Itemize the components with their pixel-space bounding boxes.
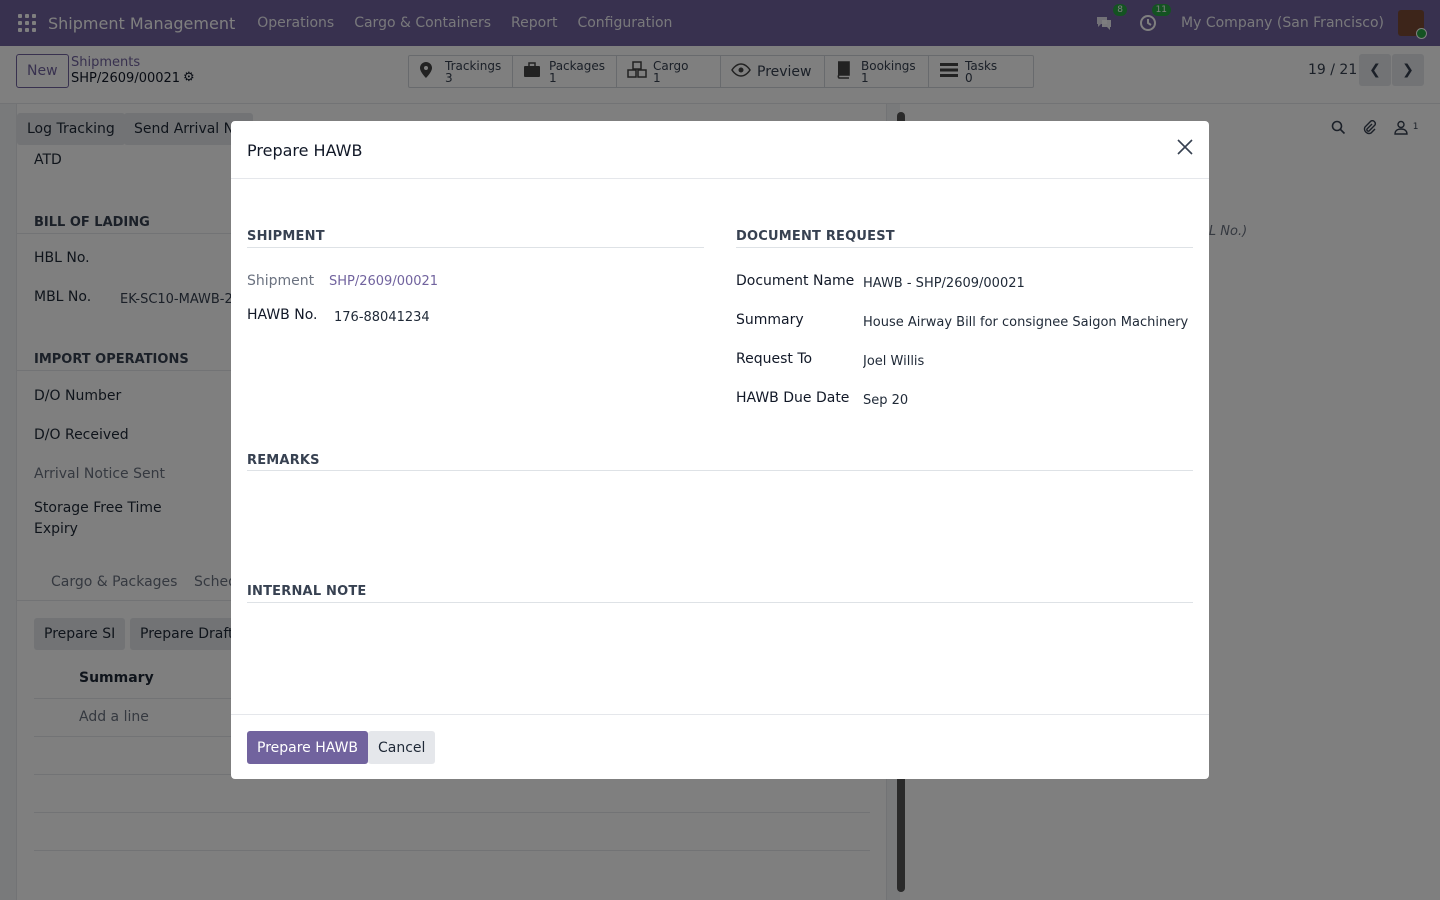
shipment-label: Shipment bbox=[247, 273, 315, 289]
dialog-header: Prepare HAWB bbox=[231, 121, 1209, 179]
close-icon[interactable] bbox=[1176, 137, 1194, 162]
hawb-due-date-field[interactable]: Sep 20 bbox=[863, 393, 908, 408]
document-name-field[interactable]: HAWB - SHP/2609/00021 bbox=[863, 276, 1189, 291]
prepare-hawb-button[interactable]: Prepare HAWB bbox=[247, 731, 369, 764]
cancel-button[interactable]: Cancel bbox=[368, 731, 436, 764]
section-divider bbox=[736, 247, 1193, 248]
document-name-label: Document Name bbox=[736, 273, 855, 289]
shipment-link[interactable]: SHP/2609/00021 bbox=[329, 274, 438, 289]
section-divider bbox=[247, 602, 1193, 603]
hawb-no-field[interactable]: 176-88041234 bbox=[334, 310, 430, 325]
hawb-no-label: HAWB No. bbox=[247, 307, 318, 323]
internal-note-section-title: INTERNAL NOTE bbox=[247, 584, 367, 599]
summary-field[interactable]: House Airway Bill for consignee Saigon M… bbox=[863, 315, 1189, 330]
request-to-label: Request To bbox=[736, 351, 813, 367]
section-divider bbox=[247, 247, 704, 248]
hawb-due-date-label: HAWB Due Date bbox=[736, 390, 850, 406]
summary-label: Summary bbox=[736, 312, 804, 328]
remarks-section-title: REMARKS bbox=[247, 453, 320, 468]
remarks-editor[interactable] bbox=[247, 477, 1193, 577]
request-to-field[interactable]: Joel Willis bbox=[863, 354, 924, 369]
document-request-section-title: DOCUMENT REQUEST bbox=[736, 229, 895, 244]
prepare-hawb-dialog: Prepare HAWB SHIPMENT Shipment SHP/2609/… bbox=[231, 121, 1209, 779]
shipment-section-title: SHIPMENT bbox=[247, 229, 325, 244]
dialog-footer: Prepare HAWB Cancel bbox=[231, 714, 1209, 779]
section-divider bbox=[247, 470, 1193, 471]
internal-note-editor[interactable] bbox=[247, 609, 1193, 707]
dialog-title: Prepare HAWB bbox=[247, 141, 363, 160]
